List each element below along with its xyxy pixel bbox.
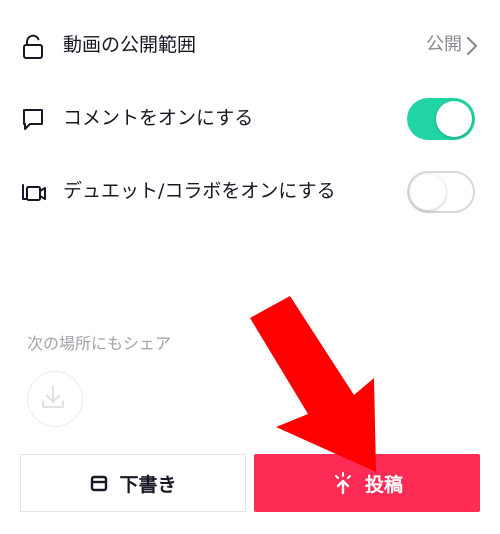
comments-label: コメントをオンにする — [63, 107, 254, 129]
lock-icon — [23, 34, 43, 59]
privacy-value[interactable]: 公開 — [426, 32, 462, 58]
toggle-knob — [436, 101, 472, 137]
duet-toggle[interactable] — [407, 171, 475, 213]
toggle-knob — [410, 174, 446, 210]
save-to-device-button[interactable] — [27, 371, 83, 427]
post-upload-icon — [334, 472, 351, 495]
duet-icon — [22, 184, 46, 201]
duet-label: デュエット/コラボをオンにする — [63, 180, 336, 202]
privacy-setting-row[interactable]: 動画の公開範囲 公開 — [0, 30, 500, 60]
post-button[interactable]: 投稿 — [254, 454, 480, 512]
chevron-right-icon — [466, 36, 478, 56]
comment-icon — [23, 109, 43, 130]
comments-setting-row: コメントをオンにする — [0, 98, 500, 140]
draft-button[interactable]: 下書き — [20, 454, 246, 512]
privacy-value-text: 公開 — [426, 34, 462, 55]
draft-button-label: 下書き — [119, 473, 177, 496]
comments-toggle[interactable] — [407, 98, 475, 140]
duet-setting-row: デュエット/コラボをオンにする — [0, 171, 500, 213]
draft-box-icon — [91, 475, 108, 492]
privacy-label: 動画の公開範囲 — [63, 34, 197, 56]
download-icon — [42, 385, 65, 409]
post-button-label: 投稿 — [364, 473, 403, 496]
share-section-label: 次の場所にもシェア — [27, 334, 172, 353]
